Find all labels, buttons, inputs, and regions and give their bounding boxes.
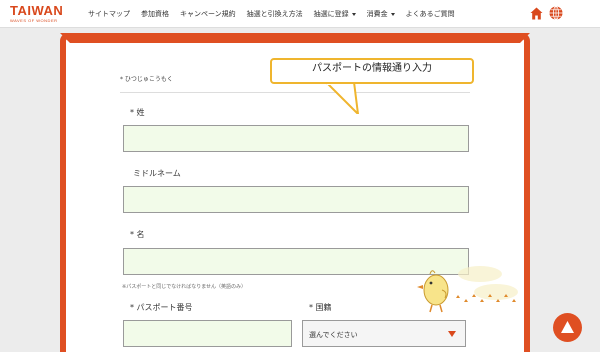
- nav-item-label: 消費金: [366, 10, 388, 18]
- nationality-label: * 国籍: [309, 303, 332, 312]
- surname-input[interactable]: [123, 125, 469, 152]
- nav-item-sitemap[interactable]: サイトマップ: [88, 9, 130, 19]
- site-header: TAIWAN WAVES OF WONDER サイトマップ 参加資格 キャンペー…: [0, 0, 600, 28]
- nav-item-register[interactable]: 抽選に登録: [314, 9, 356, 19]
- nav-item-label: サイトマップ: [88, 10, 130, 18]
- nationality-select[interactable]: 選んでください: [302, 320, 466, 347]
- nav-item-label: 抽選に登録: [313, 10, 349, 18]
- logo-wordmark: TAIWAN: [10, 3, 64, 18]
- passport-match-note: ※パスポートと同じでなければなりません（英語のみ）: [122, 284, 247, 290]
- nav-item-label: 抽選と引換え方法: [246, 10, 303, 18]
- nav-item-campaign-terms[interactable]: キャンペーン規約: [180, 9, 236, 19]
- middle-name-input[interactable]: [123, 186, 469, 213]
- passport-number-label: * パスポート番号: [130, 303, 193, 312]
- nav-item-faq[interactable]: よくあるご質問: [406, 9, 455, 19]
- logo-tagline: WAVES OF WONDER: [10, 18, 58, 23]
- surname-label: * 姓: [130, 108, 145, 117]
- required-fields-label: * ひつじゅこうもく: [120, 76, 173, 83]
- home-icon[interactable]: [530, 7, 543, 20]
- chevron-down-icon: [351, 12, 356, 16]
- panel-top-notch: [60, 33, 530, 43]
- nav-item-lottery-method[interactable]: 抽選と引換え方法: [247, 9, 303, 19]
- chick-mascot-icon: [417, 266, 518, 313]
- callout-text: パスポートの情報通り入力: [312, 63, 432, 74]
- nav-item-spending[interactable]: 消費金: [367, 9, 395, 19]
- nav-item-label: 参加資格: [141, 10, 169, 18]
- nav-item-label: キャンペーン規約: [180, 10, 236, 18]
- given-name-label: * 名: [130, 230, 145, 239]
- nav-item-label: よくあるご質問: [405, 10, 455, 18]
- passport-number-input[interactable]: [123, 320, 292, 347]
- nationality-selected-value: 選んでください: [309, 331, 358, 339]
- arrow-up-icon: [561, 321, 574, 333]
- globe-icon[interactable]: [549, 6, 563, 20]
- nav-item-eligibility[interactable]: 参加資格: [141, 9, 169, 19]
- main-nav: サイトマップ 参加資格 キャンペーン規約 抽選と引換え方法 抽選に登録 消費金 …: [88, 7, 466, 21]
- section-divider: [120, 92, 470, 93]
- chevron-down-icon: [390, 12, 395, 16]
- back-to-top-button[interactable]: [553, 313, 582, 342]
- taiwan-logo[interactable]: TAIWAN WAVES OF WONDER: [10, 4, 78, 26]
- middle-name-label: ミドルネーム: [133, 169, 181, 178]
- dropdown-arrow-icon: [448, 331, 456, 337]
- callout-pointer: [325, 82, 359, 114]
